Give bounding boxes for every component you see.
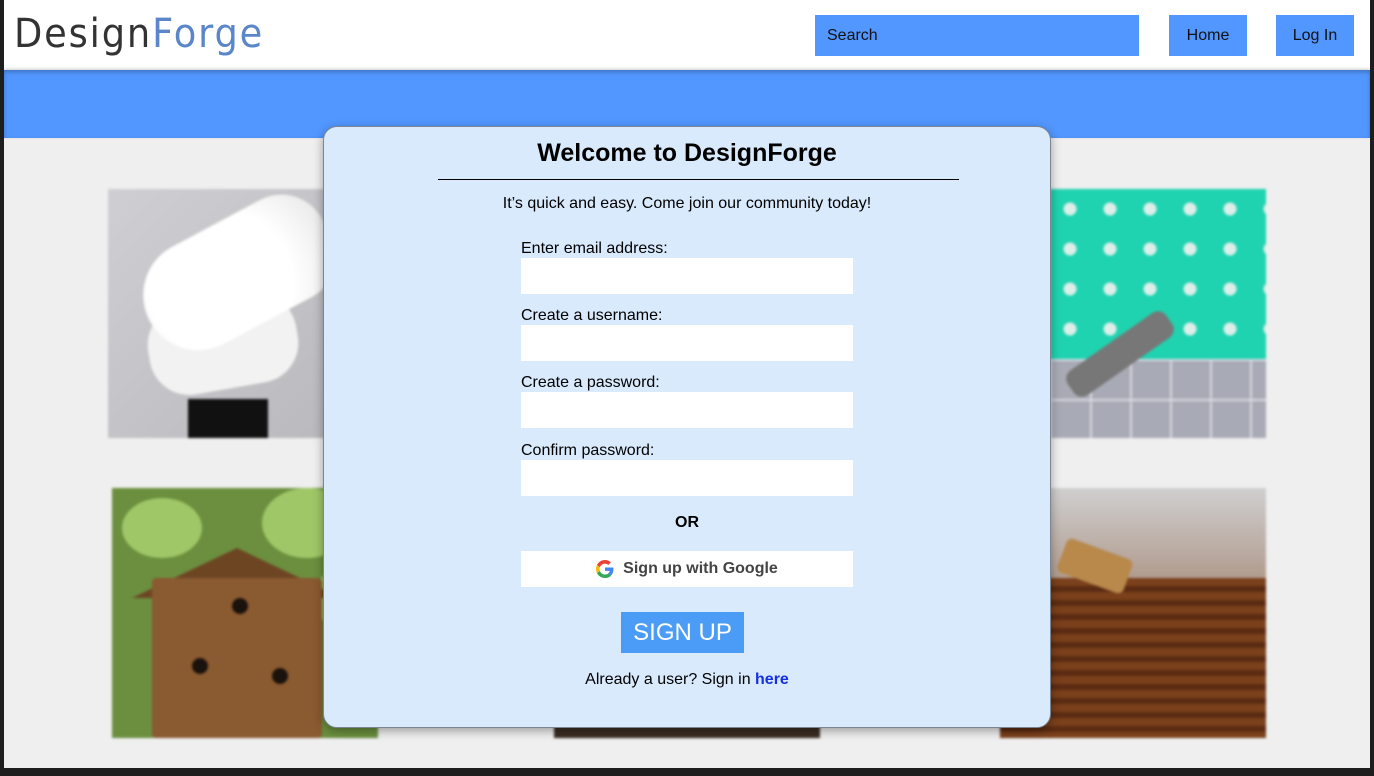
modal-subtitle: It’s quick and easy. Come join our commu…	[502, 195, 872, 212]
email-field[interactable]	[521, 258, 853, 294]
top-header: DesignForge Home Log In	[4, 0, 1370, 70]
username-field[interactable]	[521, 325, 853, 361]
login-button[interactable]: Log In	[1276, 15, 1354, 56]
signin-prompt: Already a user? Sign in here	[324, 671, 1050, 689]
logo-text-design: Design	[14, 11, 153, 57]
confirm-password-label: Confirm password:	[521, 442, 655, 459]
google-signup-button[interactable]: Sign up with Google	[521, 551, 853, 587]
google-button-label: Sign up with Google	[623, 560, 778, 577]
email-label: Enter email address:	[521, 240, 668, 257]
page: DesignForge Home Log In Welcome to Desig…	[4, 0, 1370, 768]
search-input[interactable]	[815, 15, 1139, 56]
signin-link[interactable]: here	[755, 671, 789, 688]
logo-text-forge: Forge	[152, 11, 265, 57]
signup-button[interactable]: SIGN UP	[621, 612, 744, 653]
username-label: Create a username:	[521, 307, 663, 324]
google-g-icon	[596, 560, 614, 578]
or-divider-text: OR	[675, 514, 699, 531]
password-label: Create a password:	[521, 374, 660, 391]
site-logo[interactable]: DesignForge	[14, 8, 264, 60]
signin-prompt-text: Already a user? Sign in	[585, 671, 756, 688]
modal-title: Welcome to DesignForge	[537, 139, 837, 167]
title-divider	[438, 179, 959, 180]
confirm-password-field[interactable]	[521, 460, 853, 496]
circuit-board-image	[1050, 189, 1266, 438]
password-field[interactable]	[521, 392, 853, 428]
home-button[interactable]: Home	[1169, 15, 1247, 56]
signup-modal: Welcome to DesignForge It’s quick and ea…	[323, 126, 1051, 728]
